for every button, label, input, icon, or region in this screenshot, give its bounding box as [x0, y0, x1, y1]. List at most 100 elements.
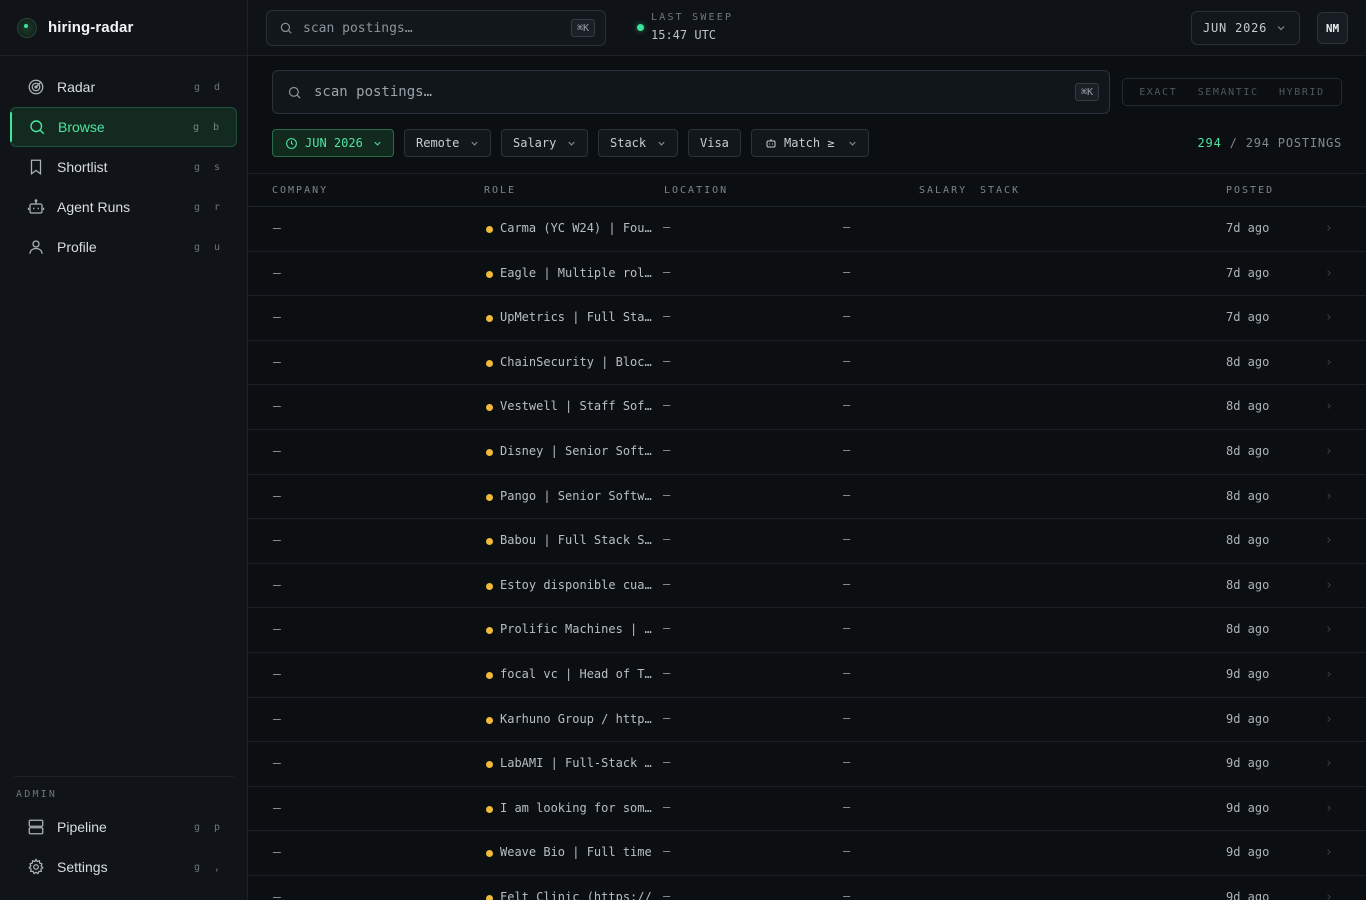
- table-row[interactable]: — Pango | Senior Software — — 8d ago ›: [248, 475, 1366, 520]
- mode-semantic[interactable]: SEMANTIC: [1198, 87, 1259, 98]
- sidebar-item-pipeline[interactable]: Pipeline g p: [10, 807, 237, 847]
- chevron-right-icon[interactable]: ›: [1325, 221, 1333, 236]
- cell-role: Babou | Full Stack Software: [500, 533, 652, 548]
- chevron-right-icon[interactable]: ›: [1325, 399, 1333, 414]
- cell-company: —: [273, 399, 281, 415]
- cell-posted: 8d ago: [1226, 488, 1270, 503]
- filter-month[interactable]: JUN 2026: [272, 129, 394, 157]
- column-salary[interactable]: SALARY: [919, 185, 967, 196]
- divider: [14, 776, 234, 777]
- cell-posted: 9d ago: [1226, 756, 1270, 771]
- column-posted[interactable]: POSTED: [1226, 185, 1274, 196]
- cell-company: —: [273, 265, 281, 281]
- chevron-right-icon[interactable]: ›: [1325, 355, 1333, 370]
- chevron-right-icon[interactable]: ›: [1325, 444, 1333, 459]
- table-row[interactable]: — LabAMI | Full-Stack Engineer — — 9d ago ›: [248, 742, 1366, 787]
- column-stack[interactable]: STACK: [980, 185, 1020, 196]
- status-dot-icon: [486, 226, 493, 233]
- month-selector-label: JUN 2026: [1203, 21, 1268, 35]
- last-sweep-time: 15:47 UTC: [651, 28, 717, 42]
- column-company[interactable]: COMPANY: [272, 185, 328, 196]
- chevron-right-icon[interactable]: ›: [1325, 266, 1333, 281]
- table-row[interactable]: — Karhuno Group / https:// — — 9d ago ›: [248, 698, 1366, 743]
- chevron-right-icon[interactable]: ›: [1325, 622, 1333, 637]
- table-row[interactable]: — I am looking for someone — — 9d ago ›: [248, 787, 1366, 832]
- chevron-right-icon[interactable]: ›: [1325, 489, 1333, 504]
- cell-role: Disney | Senior Software: [500, 443, 652, 458]
- chevron-right-icon[interactable]: ›: [1325, 712, 1333, 727]
- filter-visa[interactable]: Visa: [688, 129, 741, 157]
- avatar[interactable]: NM: [1317, 12, 1348, 44]
- postings-search-input[interactable]: scan postings… ⌘K: [272, 70, 1110, 114]
- cell-company: —: [273, 622, 281, 638]
- sidebar-item-label: Agent Runs: [57, 199, 131, 215]
- chevron-right-icon[interactable]: ›: [1325, 756, 1333, 771]
- cell-location: —: [663, 799, 671, 814]
- table-row[interactable]: — Prolific Machines | Senior — — 8d ago ›: [248, 608, 1366, 653]
- sidebar-item-label: Shortlist: [57, 159, 108, 175]
- column-role[interactable]: ROLE: [484, 185, 516, 196]
- search-placeholder: scan postings…: [314, 84, 433, 100]
- month-selector[interactable]: JUN 2026: [1191, 11, 1300, 45]
- table-row[interactable]: — Babou | Full Stack Software — — 8d ago ›: [248, 519, 1366, 564]
- global-search-input[interactable]: scan postings… ⌘K: [266, 10, 606, 46]
- cell-company: —: [273, 666, 281, 682]
- cell-posted: 7d ago: [1226, 221, 1270, 235]
- cell-posted: 8d ago: [1226, 443, 1270, 458]
- cell-salary: —: [843, 888, 851, 900]
- table-row[interactable]: — Disney | Senior Software — — 8d ago ›: [248, 430, 1366, 475]
- cell-salary: —: [843, 220, 851, 234]
- cell-company: —: [273, 310, 281, 326]
- primary-nav: Radar g d Browse g b Shortlist g s Agent…: [10, 67, 237, 267]
- cell-posted: 9d ago: [1226, 800, 1270, 815]
- chevron-right-icon[interactable]: ›: [1325, 667, 1333, 682]
- filter-salary[interactable]: Salary: [501, 129, 588, 157]
- table-row[interactable]: — focal vc | Head of Talent — — 9d ago ›: [248, 653, 1366, 698]
- chevron-right-icon[interactable]: ›: [1325, 533, 1333, 548]
- table-row[interactable]: — Carma (YC W24) | Founding — — 7d ago ›: [248, 207, 1366, 252]
- status-dot-icon: [486, 671, 493, 679]
- cell-posted: 7d ago: [1226, 310, 1270, 325]
- cell-role: ChainSecurity | Blockchain: [500, 354, 652, 369]
- cell-role: Pango | Senior Software: [500, 488, 652, 503]
- sidebar-item-shortlist[interactable]: Shortlist g s: [10, 147, 237, 187]
- column-location[interactable]: LOCATION: [664, 185, 728, 196]
- chevron-right-icon[interactable]: ›: [1325, 801, 1333, 816]
- filter-stack[interactable]: Stack: [598, 129, 678, 157]
- chevron-right-icon[interactable]: ›: [1325, 845, 1333, 860]
- robot-icon: [26, 197, 46, 217]
- sidebar-item-browse[interactable]: Browse g b: [10, 107, 237, 147]
- cell-salary: —: [843, 487, 851, 502]
- cell-posted: 9d ago: [1226, 845, 1270, 860]
- table-row[interactable]: — Weave Bio | Full time — — 9d ago ›: [248, 831, 1366, 876]
- sidebar-item-radar[interactable]: Radar g d: [10, 67, 237, 107]
- mode-exact[interactable]: EXACT: [1139, 87, 1177, 98]
- chevron-right-icon[interactable]: ›: [1325, 578, 1333, 593]
- sidebar-item-profile[interactable]: Profile g u: [10, 227, 237, 267]
- table-row[interactable]: — ChainSecurity | Blockchain — — 8d ago ›: [248, 341, 1366, 386]
- table-row[interactable]: — Vestwell | Staff Software — — 8d ago ›: [248, 385, 1366, 430]
- admin-nav: Pipeline g p Settings g ,: [10, 807, 237, 887]
- last-sweep-label: LAST SWEEP: [651, 12, 734, 23]
- results-total: 294 POSTINGS: [1245, 136, 1342, 150]
- table-row[interactable]: — Estoy disponible cualquier — — 8d ago ›: [248, 564, 1366, 609]
- browse-main: scan postings… ⌘K EXACT SEMANTIC HYBRID …: [248, 57, 1366, 900]
- table-row[interactable]: — Felt Clinic (https:// — — 9d ago ›: [248, 876, 1366, 900]
- chevron-right-icon[interactable]: ›: [1325, 890, 1333, 900]
- chevron-down-icon: [1277, 26, 1285, 31]
- server-icon: [26, 817, 46, 837]
- cell-salary: —: [843, 799, 851, 814]
- cell-salary: —: [843, 264, 851, 279]
- table-row[interactable]: — UpMetrics | Full Stack — — 7d ago ›: [248, 296, 1366, 341]
- brand[interactable]: hiring-radar: [0, 0, 247, 56]
- sidebar-item-settings[interactable]: Settings g ,: [10, 847, 237, 887]
- mode-hybrid[interactable]: HYBRID: [1279, 87, 1325, 98]
- table-row[interactable]: — Eagle | Multiple roles — — 7d ago ›: [248, 252, 1366, 297]
- status-dot-icon: [486, 805, 493, 813]
- filter-remote[interactable]: Remote: [404, 129, 491, 157]
- sidebar-item-agent-runs[interactable]: Agent Runs g r: [10, 187, 237, 227]
- chevron-down-icon: [568, 141, 575, 146]
- cell-salary: —: [843, 309, 851, 324]
- chevron-right-icon[interactable]: ›: [1325, 310, 1333, 325]
- filter-match[interactable]: Match ≥: [751, 129, 869, 157]
